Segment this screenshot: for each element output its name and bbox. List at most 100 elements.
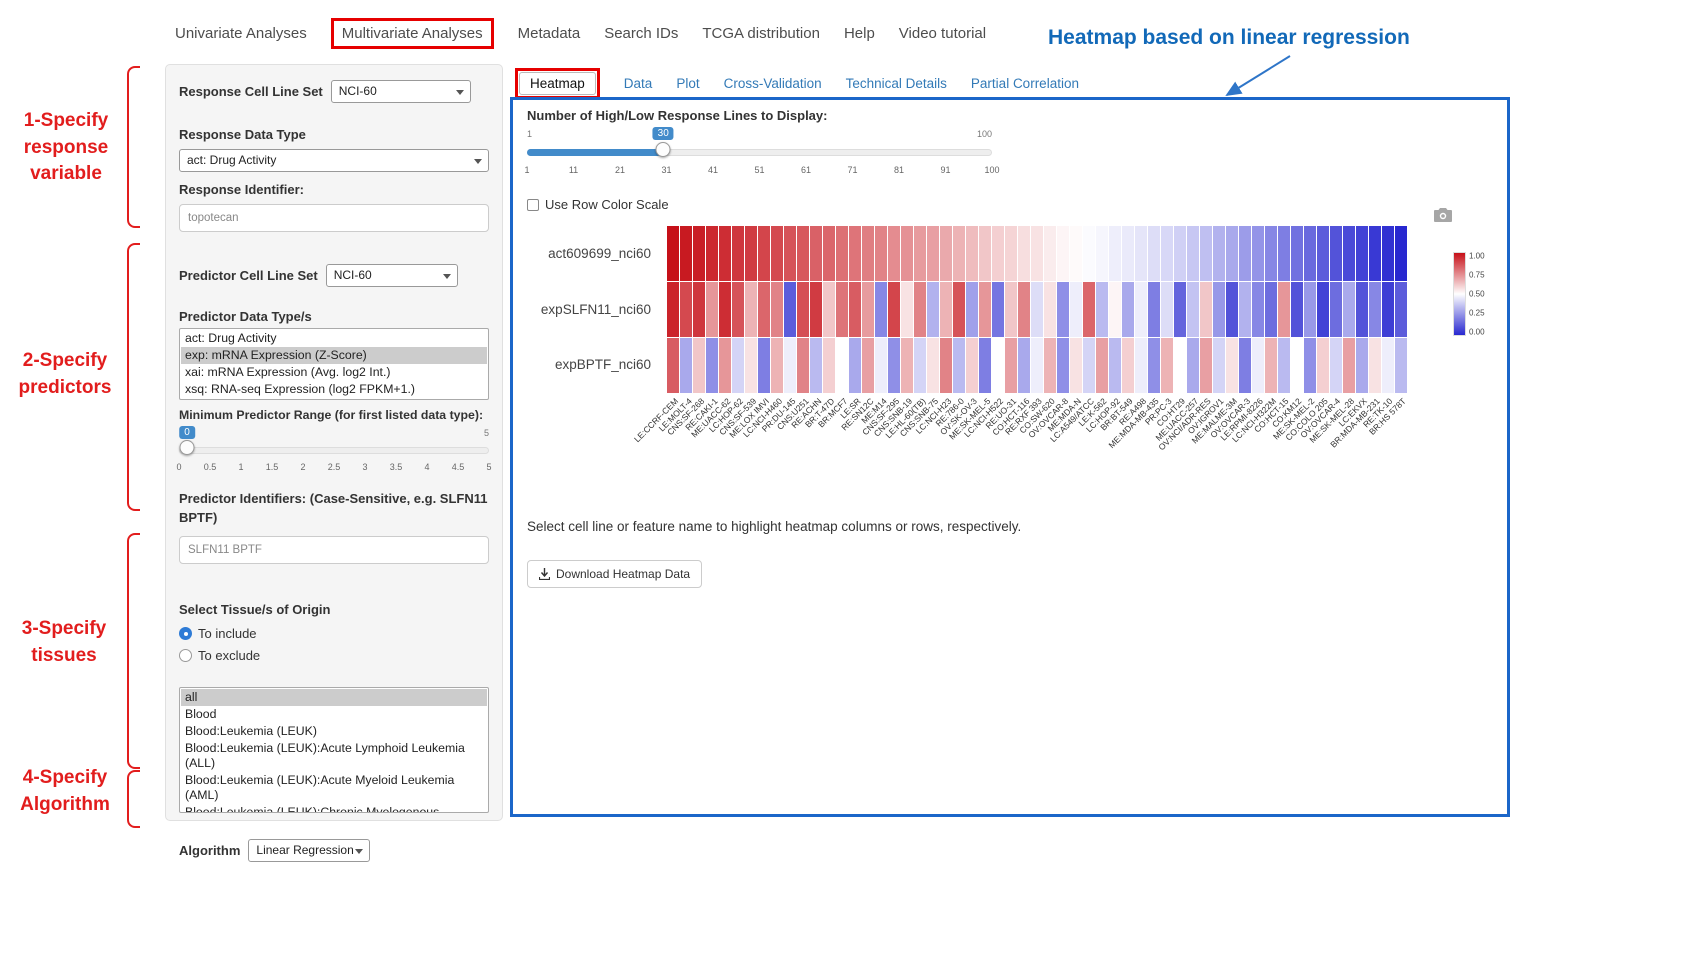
heatmap-cell <box>901 226 913 281</box>
tissue-option-blood-leukemia-leuk-acute-lymphoid-leuke[interactable]: Blood:Leukemia (LEUK):Acute Lymphoid Leu… <box>181 740 487 772</box>
heatmap-cell <box>1278 282 1290 337</box>
active-tab-redbox: Heatmap <box>515 68 600 99</box>
radio-icon[interactable] <box>179 649 192 662</box>
heatmap-row-label-act609699-nci60[interactable]: act609699_nci60 <box>527 226 659 282</box>
nav-item-multivariate-analyses[interactable]: Multivariate Analyses <box>342 25 483 42</box>
predictor-type-option-act-drug-activity[interactable]: act: Drug Activity <box>181 330 487 347</box>
heatmap-row-label-expbptf-nci60[interactable]: expBPTF_nci60 <box>527 337 659 393</box>
heatmap-cell <box>1096 338 1108 393</box>
nav-item-tcga-distribution[interactable]: TCGA distribution <box>702 25 820 42</box>
heatmap-cell <box>784 338 796 393</box>
heatmap-cell <box>1070 226 1082 281</box>
camera-icon[interactable] <box>1434 208 1452 227</box>
tissue-listbox[interactable]: allBloodBlood:Leukemia (LEUK)Blood:Leuke… <box>179 687 489 813</box>
download-icon <box>539 568 550 580</box>
heatmap-cell <box>784 282 796 337</box>
tab-plot[interactable]: Plot <box>676 76 699 91</box>
tissue-radio-to-exclude[interactable]: To exclude <box>179 648 489 663</box>
predictor-type-option-xsq-rna-seq-expression-log2-fpkm-1[interactable]: xsq: RNA-seq Expression (log2 FPKM+1.) <box>181 381 487 398</box>
heatmap-cell <box>667 226 679 281</box>
row-color-scale-checkbox[interactable] <box>527 199 539 211</box>
heatmap-cell <box>1187 282 1199 337</box>
predictor-identifiers-input[interactable] <box>179 536 489 564</box>
tissue-option-blood-leukemia-leuk-chronic-myelogenous-[interactable]: Blood:Leukemia (LEUK):Chronic Myelogenou… <box>181 804 487 813</box>
heatmap-cell <box>810 338 822 393</box>
heatmap-cell <box>810 282 822 337</box>
response-cell-line-set-select[interactable]: NCI-60 <box>331 80 471 103</box>
response-data-type-select[interactable]: act: Drug Activity <box>179 149 489 172</box>
predictor-type-option-exp-mrna-expression-z-score[interactable]: exp: mRNA Expression (Z-Score) <box>181 347 487 364</box>
heatmap-cell <box>1200 226 1212 281</box>
heatmap-cell <box>1122 338 1134 393</box>
annotation-step-2: 2-Specify predictors <box>4 348 126 401</box>
slider-tick-label: 1 <box>238 462 243 472</box>
heatmap-cell <box>693 282 705 337</box>
nav-item-metadata[interactable]: Metadata <box>518 25 581 42</box>
slider-tick-label: 3 <box>362 462 367 472</box>
nav-item-video-tutorial[interactable]: Video tutorial <box>899 25 986 42</box>
heatmap-cell <box>693 226 705 281</box>
tab-technical-details[interactable]: Technical Details <box>846 76 947 91</box>
tab-heatmap[interactable]: Heatmap <box>519 72 596 95</box>
predictor-cell-line-set-select[interactable]: NCI-60 <box>326 264 458 287</box>
heatmap-cell <box>1200 282 1212 337</box>
heatmap-cell <box>732 282 744 337</box>
heatmap-cell <box>1174 282 1186 337</box>
nav-item-help[interactable]: Help <box>844 25 875 42</box>
radio-icon[interactable] <box>179 627 192 640</box>
algorithm-select[interactable]: Linear Regression <box>248 839 370 862</box>
heatmap-cell <box>1070 282 1082 337</box>
tissue-origin-label: Select Tissue/s of Origin <box>179 602 489 617</box>
slider-tick-label: 51 <box>754 165 764 175</box>
heatmap-cell <box>875 338 887 393</box>
predictor-cell-line-set-label: Predictor Cell Line Set <box>179 268 318 283</box>
tissue-radio-to-include[interactable]: To include <box>179 626 489 641</box>
heatmap-cell <box>771 338 783 393</box>
nav-item-search-ids[interactable]: Search IDs <box>604 25 678 42</box>
heatmap-cell <box>1369 282 1381 337</box>
heatmap-cell <box>1317 282 1329 337</box>
heatmap-cell <box>1070 338 1082 393</box>
heatmap-row-label-expslfn11-nci60[interactable]: expSLFN11_nci60 <box>527 282 659 338</box>
tissue-option-blood-leukemia-leuk-acute-myeloid-leukem[interactable]: Blood:Leukemia (LEUK):Acute Myeloid Leuk… <box>181 772 487 804</box>
download-heatmap-data-button[interactable]: Download Heatmap Data <box>527 560 702 588</box>
row-color-scale-option: Use Row Color Scale <box>527 197 1493 212</box>
heatmap-cell <box>1382 282 1394 337</box>
predictor-type-option-xai-mrna-expression-avg-log2-int[interactable]: xai: mRNA Expression (Avg. log2 Int.) <box>181 364 487 381</box>
predictor-cell-line-set-value: NCI-60 <box>334 268 372 282</box>
tissue-radio-group: To include To exclude <box>179 626 489 663</box>
slider-handle[interactable] <box>656 142 671 157</box>
heatmap-cell <box>966 226 978 281</box>
tissue-option-all[interactable]: all <box>181 689 487 706</box>
heatmap-cell <box>706 338 718 393</box>
tab-data[interactable]: Data <box>624 76 653 91</box>
nav-item-univariate-analyses[interactable]: Univariate Analyses <box>175 25 307 42</box>
min-predictor-range-slider[interactable]: 0 5 00.511.522.533.544.55 <box>179 426 489 478</box>
predictor-data-types-listbox[interactable]: act: Drug Activityexp: mRNA Expression (… <box>179 328 489 400</box>
tab-cross-validation[interactable]: Cross-Validation <box>724 76 822 91</box>
heatmap-cell <box>667 338 679 393</box>
heatmap-cell <box>1083 226 1095 281</box>
heatmap-cell <box>680 282 692 337</box>
tissue-option-blood-leukemia-leuk[interactable]: Blood:Leukemia (LEUK) <box>181 723 487 740</box>
chevron-down-icon <box>456 90 464 95</box>
heatmap-cell <box>693 338 705 393</box>
heatmap-cell <box>914 282 926 337</box>
min-predictor-range-value-badge: 0 <box>179 426 195 439</box>
heatmap-cell <box>953 282 965 337</box>
tissue-option-blood[interactable]: Blood <box>181 706 487 723</box>
heatmap-cell <box>1083 338 1095 393</box>
slider-tick-label: 2.5 <box>328 462 341 472</box>
slider-handle[interactable] <box>180 440 195 455</box>
chevron-down-icon <box>443 274 451 279</box>
response-identifier-input[interactable] <box>179 204 489 232</box>
lines-to-display-slider[interactable]: 1 100 30 1112131415161718191100 <box>527 127 992 183</box>
tab-partial-correlation[interactable]: Partial Correlation <box>971 76 1079 91</box>
slider-track[interactable] <box>179 447 489 454</box>
heatmap-cell <box>1213 226 1225 281</box>
heatmap-cell <box>1252 226 1264 281</box>
heatmap-cell <box>1291 338 1303 393</box>
heatmap-cell <box>888 338 900 393</box>
heatmap-row-labels: act609699_nci60expSLFN11_nci60expBPTF_nc… <box>527 226 659 393</box>
heatmap-cell <box>875 226 887 281</box>
